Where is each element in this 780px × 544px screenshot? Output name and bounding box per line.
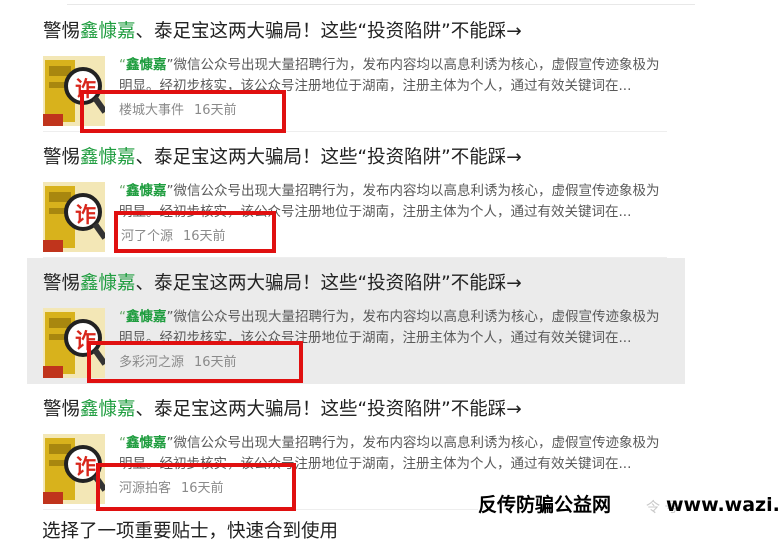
article-snippet: “鑫慷嘉”微信公众号出现大量招聘行为，发布内容均以高息利诱为核心，虚假宣传迹象极… (119, 309, 660, 346)
article-source[interactable]: 多彩河之源 (119, 355, 184, 370)
thumb-glyph: 诈 (75, 329, 96, 353)
article-meta: 多彩河之源 16天前 (119, 354, 237, 372)
article-time: 16天前 (183, 229, 226, 244)
snippet-keyword: 鑫慷嘉 (126, 183, 167, 199)
title-keyword: 鑫慷嘉 (80, 21, 136, 42)
article-meta: 河了个源 16天前 (121, 228, 226, 246)
title-keyword: 鑫慷嘉 (80, 399, 136, 420)
thumb-glyph: 诈 (75, 455, 96, 479)
article-time: 16天前 (194, 355, 237, 370)
article-item[interactable]: 警惕鑫慷嘉、泰足宝这两大骗局！这些“投资陷阱”不能踩→ 诈 “鑫慷嘉”微信公众号… (27, 6, 685, 132)
next-article-title-partial[interactable]: 选择了一项重要贴士，快速合到使用 (42, 520, 338, 544)
article-title[interactable]: 警惕鑫慷嘉、泰足宝这两大骗局！这些“投资陷阱”不能踩→ (43, 146, 522, 170)
article-feed: 警惕鑫慷嘉、泰足宝这两大骗局！这些“投资陷阱”不能踩→ 诈 “鑫慷嘉”微信公众号… (27, 0, 695, 530)
article-title[interactable]: 警惕鑫慷嘉、泰足宝这两大骗局！这些“投资陷阱”不能踩→ (43, 398, 522, 422)
article-thumbnail[interactable]: 诈 (43, 434, 105, 504)
article-source[interactable]: 河源拍客 (119, 481, 171, 496)
article-meta: 河源拍客 16天前 (119, 480, 224, 498)
site-watermark: 反传防骗公益网 令 号 www.wazi.cc (478, 486, 780, 530)
snippet-keyword: 鑫慷嘉 (126, 309, 167, 325)
article-thumbnail[interactable]: 诈 (43, 56, 105, 126)
top-divider (67, 4, 695, 5)
article-source[interactable]: 河了个源 (121, 229, 173, 244)
article-title[interactable]: 警惕鑫慷嘉、泰足宝这两大骗局！这些“投资陷阱”不能踩→ (43, 20, 522, 44)
thumb-glyph: 诈 (75, 77, 96, 101)
article-snippet: “鑫慷嘉”微信公众号出现大量招聘行为，发布内容均以高息利诱为核心，虚假宣传迹象极… (119, 183, 660, 220)
article-item-hovered[interactable]: 警惕鑫慷嘉、泰足宝这两大骗局！这些“投资陷阱”不能踩→ 诈 “鑫慷嘉”微信公众号… (27, 258, 685, 384)
title-keyword: 鑫慷嘉 (80, 273, 136, 294)
article-time: 16天前 (181, 481, 224, 496)
article-thumbnail[interactable]: 诈 (43, 182, 105, 252)
watermark-url: www.wazi.cc (666, 494, 780, 516)
article-time: 16天前 (194, 103, 237, 118)
title-keyword: 鑫慷嘉 (80, 147, 136, 168)
article-title[interactable]: 警惕鑫慷嘉、泰足宝这两大骗局！这些“投资陷阱”不能踩→ (43, 272, 522, 296)
article-item[interactable]: 警惕鑫慷嘉、泰足宝这两大骗局！这些“投资陷阱”不能踩→ 诈 “鑫慷嘉”微信公众号… (27, 132, 685, 258)
article-snippet: “鑫慷嘉”微信公众号出现大量招聘行为，发布内容均以高息利诱为核心，虚假宣传迹象极… (119, 57, 660, 94)
article-snippet: “鑫慷嘉”微信公众号出现大量招聘行为，发布内容均以高息利诱为核心，虚假宣传迹象极… (119, 435, 660, 472)
snippet-keyword: 鑫慷嘉 (126, 57, 167, 73)
article-source[interactable]: 楼城大事件 (119, 103, 184, 118)
article-meta: 楼城大事件 16天前 (119, 102, 237, 120)
watermark-site-name: 反传防骗公益网 (478, 494, 612, 516)
thumb-glyph: 诈 (75, 203, 96, 227)
article-thumbnail[interactable]: 诈 (43, 308, 105, 378)
snippet-keyword: 鑫慷嘉 (126, 435, 167, 451)
